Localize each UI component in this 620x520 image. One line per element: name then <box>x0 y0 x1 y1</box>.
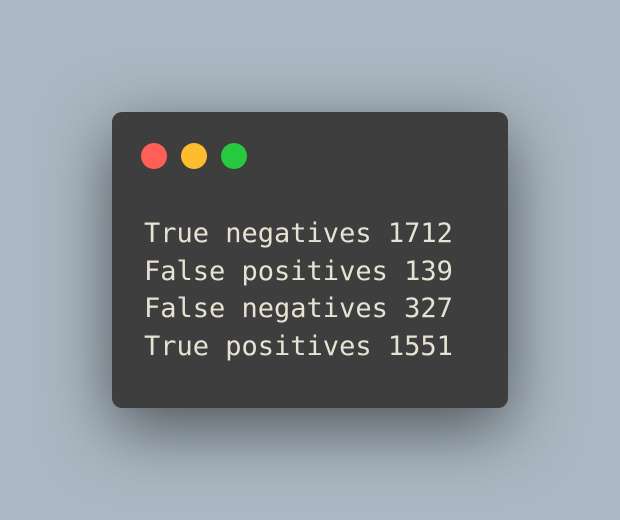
close-window-button[interactable] <box>141 143 167 169</box>
zoom-window-button[interactable] <box>221 143 247 169</box>
code-line-true-negatives: True negatives 1712 <box>144 218 453 249</box>
code-line-true-positives: True positives 1551 <box>144 330 453 362</box>
code-block: True negatives 1712 False positives 139 Fa… <box>144 215 453 365</box>
code-window: True negatives 1712 False positives 139 Fa… <box>112 112 508 408</box>
window-controls <box>141 143 247 169</box>
code-line-false-negatives: False negatives 327 <box>144 293 453 324</box>
minimize-window-button[interactable] <box>181 143 207 169</box>
code-line-false-positives: False positives 139 <box>144 255 453 287</box>
